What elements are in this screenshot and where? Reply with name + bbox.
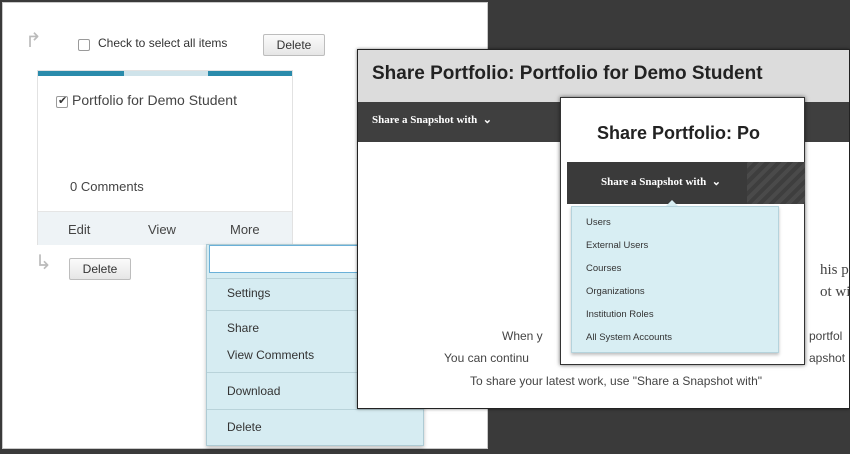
body-text-line: You can continu bbox=[444, 351, 529, 365]
body-heading-fragment: ot wit bbox=[820, 284, 850, 300]
body-text-line: To share your latest work, use "Share a … bbox=[470, 374, 763, 388]
portfolio-card: Portfolio for Demo Student 0 Comments Ed… bbox=[37, 70, 293, 245]
dropdown-item-organizations[interactable]: Organizations bbox=[586, 286, 645, 297]
body-heading-fragment: his po bbox=[820, 262, 850, 278]
card-accent-stripe bbox=[38, 71, 124, 76]
card-accent-stripe bbox=[124, 71, 208, 76]
card-accent-stripe bbox=[208, 71, 292, 76]
return-arrow-icon: ↳ bbox=[35, 252, 52, 274]
modal-title: Share Portfolio: Po bbox=[597, 123, 761, 143]
dropdown-item-institution-roles[interactable]: Institution Roles bbox=[586, 309, 654, 320]
more-link[interactable]: More bbox=[230, 222, 260, 237]
modal-title: Share Portfolio: Portfolio for Demo Stud… bbox=[372, 63, 763, 84]
return-arrow-icon: ↱ bbox=[25, 30, 42, 52]
chevron-down-icon: ⌄ bbox=[480, 114, 492, 126]
select-all-label: Check to select all items bbox=[98, 36, 228, 50]
view-link[interactable]: View bbox=[148, 222, 176, 237]
portfolio-title[interactable]: Portfolio for Demo Student bbox=[72, 92, 237, 108]
modal-titlebar: Share Portfolio: Portfolio for Demo Stud… bbox=[358, 50, 849, 102]
menu-item-download[interactable]: Download bbox=[227, 384, 280, 398]
share-snapshot-button[interactable]: Share a Snapshot with ⌄ bbox=[372, 113, 492, 126]
menu-item-share[interactable]: Share bbox=[227, 321, 259, 335]
body-text-line: apshot bbox=[809, 351, 846, 365]
menu-item-delete[interactable]: Delete bbox=[227, 420, 262, 434]
menu-item-view-comments[interactable]: View Comments bbox=[227, 348, 314, 362]
chevron-down-icon: ⌄ bbox=[709, 176, 721, 188]
share-snapshot-label: Share a Snapshot with bbox=[372, 114, 478, 126]
body-text-line: When y bbox=[502, 329, 543, 343]
dropdown-item-external-users[interactable]: External Users bbox=[586, 240, 648, 251]
dropdown-item-users[interactable]: Users bbox=[586, 217, 611, 228]
share-toolbar: Share a Snapshot with ⌄ bbox=[567, 162, 805, 204]
dropdown-item-courses[interactable]: Courses bbox=[586, 263, 621, 274]
delete-button-top[interactable]: Delete bbox=[263, 34, 325, 56]
menu-item-settings[interactable]: Settings bbox=[227, 286, 270, 300]
share-portfolio-modal-front: Share Portfolio: Po Share a Snapshot wit… bbox=[560, 97, 805, 365]
dropdown-item-all-system-accounts[interactable]: All System Accounts bbox=[586, 332, 672, 343]
edit-link[interactable]: Edit bbox=[68, 222, 90, 237]
card-actions: Edit View More bbox=[38, 211, 292, 245]
comments-count[interactable]: 0 Comments bbox=[70, 179, 144, 194]
share-snapshot-label: Share a Snapshot with bbox=[601, 176, 707, 188]
share-recipient-dropdown: Users External Users Courses Organizatio… bbox=[571, 206, 779, 353]
delete-button-bottom[interactable]: Delete bbox=[69, 258, 131, 280]
body-text-line: portfol bbox=[809, 329, 843, 343]
select-all-checkbox[interactable] bbox=[78, 39, 90, 51]
portfolio-checkbox[interactable] bbox=[56, 94, 68, 108]
menu-divider bbox=[207, 409, 423, 410]
share-snapshot-button[interactable]: Share a Snapshot with ⌄ bbox=[567, 162, 747, 204]
